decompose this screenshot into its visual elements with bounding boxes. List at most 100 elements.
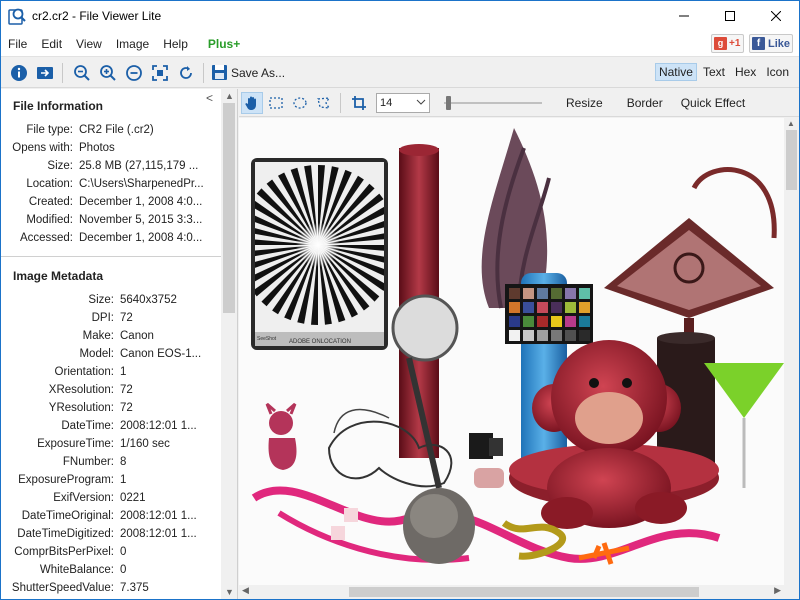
metadata-value: 1/160 sec [120,438,170,450]
google-plus-icon: g [714,37,727,50]
canvas-vertical-scrollbar[interactable]: ▲ [784,118,799,585]
file-info-row: File type: CR2 File (.cr2) [1,121,221,139]
menu-image[interactable]: Image [109,31,156,57]
ellipse-select-icon [293,96,307,109]
color-patch [565,330,576,341]
image-toolbar-divider [340,92,341,113]
lasso-select-button[interactable] [313,92,335,114]
canvas-v-scroll-thumb[interactable] [786,130,797,190]
scroll-up-icon[interactable]: ▲ [787,119,795,128]
ellipse-select-button[interactable] [289,92,311,114]
slider-thumb[interactable] [446,95,451,110]
info-button[interactable] [7,61,31,85]
file-info-value: CR2 File (.cr2) [79,124,154,136]
color-patch [579,316,590,327]
zoom-out-icon [74,64,90,81]
chart-brand: SeeShot [257,336,277,342]
adjust-slider[interactable] [444,93,542,113]
menu-view[interactable]: View [69,31,109,57]
metadata-row: ShutterSpeedValue: 7.375 [1,579,221,597]
canvas-h-scroll-thumb[interactable] [349,587,699,597]
metadata-row: Orientation: 1 [1,363,221,381]
file-info-key: Created: [28,196,73,208]
menu-plus[interactable]: Plus+ [201,31,247,57]
metadata-row: Model: Canon EOS-1... [1,345,221,363]
info-icon [11,64,27,81]
quick-effect-button[interactable]: Quick Effect [681,96,745,110]
facebook-like-button[interactable]: f Like [749,34,793,53]
minimize-button[interactable] [661,1,707,31]
view-mode-native[interactable]: Native [654,63,697,81]
metadata-key: DateTimeOriginal: [21,510,114,522]
scroll-left-icon[interactable]: ◀ [242,585,249,596]
info-panel: < File Information File type: CR2 File (.… [1,89,238,599]
metadata-value: 7.375 [120,582,149,594]
file-info-row: Modified: November 5, 2015 3:3... [1,211,221,229]
resize-button[interactable]: Resize [566,96,603,110]
siemens-star-chart: ADOBE ONLOCATION SeeShot [251,158,388,350]
image-canvas[interactable]: ADOBE ONLOCATION SeeShot [239,118,784,585]
metadata-key: XResolution: [48,384,114,396]
collapse-panel-button[interactable]: < [206,91,213,105]
color-patch [523,288,534,299]
menu-help[interactable]: Help [156,31,195,57]
close-button[interactable] [753,1,799,31]
metadata-value: 2008:12:01 1... [120,420,197,432]
metadata-key: ExifVersion: [53,492,114,504]
metadata-value: 2008:12:01 1... [120,528,197,540]
file-info-row: Opens with: Photos [1,139,221,157]
view-mode-hex[interactable]: Hex [731,63,760,81]
menu-edit[interactable]: Edit [34,31,69,57]
menu-file[interactable]: File [1,31,34,57]
metadata-value: 1 [120,366,127,378]
panel-scroll-thumb[interactable] [223,103,235,313]
zoom-out-button[interactable] [70,61,94,85]
actual-size-button[interactable] [122,61,146,85]
metadata-value: 0 [120,564,127,576]
color-patch [509,330,520,341]
crop-button[interactable] [348,92,370,114]
hand-icon [245,96,256,110]
open-with-button[interactable] [33,61,57,85]
metadata-row: YResolution: 72 [1,399,221,417]
scroll-right-icon[interactable]: ▶ [774,585,781,596]
view-mode-icon[interactable]: Icon [762,63,793,81]
panel-scrollbar[interactable]: ▲ ▼ [221,89,237,599]
brush-size-select[interactable]: 14 [376,92,430,113]
canvas-horizontal-scrollbar[interactable]: ◀ ▶ [239,585,784,599]
sugar-cube [344,508,358,522]
border-button[interactable]: Border [627,96,663,110]
metadata-key: ExposureTime: [37,438,114,450]
metadata-value: Canon [120,330,154,342]
metadata-key: DPI: [91,312,114,324]
magnifying-glass [391,294,459,362]
pan-tool-button[interactable] [241,91,263,114]
maximize-button[interactable] [707,1,753,31]
scroll-down-icon[interactable]: ▼ [225,587,234,597]
metadata-key: Make: [82,330,114,342]
fit-to-window-button[interactable] [148,61,172,85]
zoom-in-button[interactable] [96,61,120,85]
rect-select-button[interactable] [265,92,287,114]
color-patch [523,330,534,341]
save-as-button[interactable]: Save As... [211,64,285,81]
gplus-label: +1 [729,38,741,49]
file-info-row: Size: 25.8 MB (27,115,179 ... [1,157,221,175]
color-patch [565,288,576,299]
file-info-key: Size: [47,160,73,172]
file-info-key: Opens with: [12,142,73,154]
facebook-icon: f [752,37,765,50]
rotate-button[interactable] [174,61,198,85]
google-plus-button[interactable]: g +1 [711,34,744,53]
view-mode-text[interactable]: Text [699,63,729,81]
metadata-row: ComprBitsPerPixel: 0 [1,543,221,561]
file-info-value: December 1, 2008 4:0... [79,232,203,244]
chart-label: ADOBE ONLOCATION [289,339,351,345]
slider-track [444,101,542,104]
save-as-label: Save As... [231,65,286,80]
color-patch [579,302,590,313]
metadata-key: WhiteBalance: [39,564,114,576]
scroll-up-icon[interactable]: ▲ [225,91,234,101]
metadata-key: Orientation: [54,366,114,378]
lasso-icon [317,96,331,109]
